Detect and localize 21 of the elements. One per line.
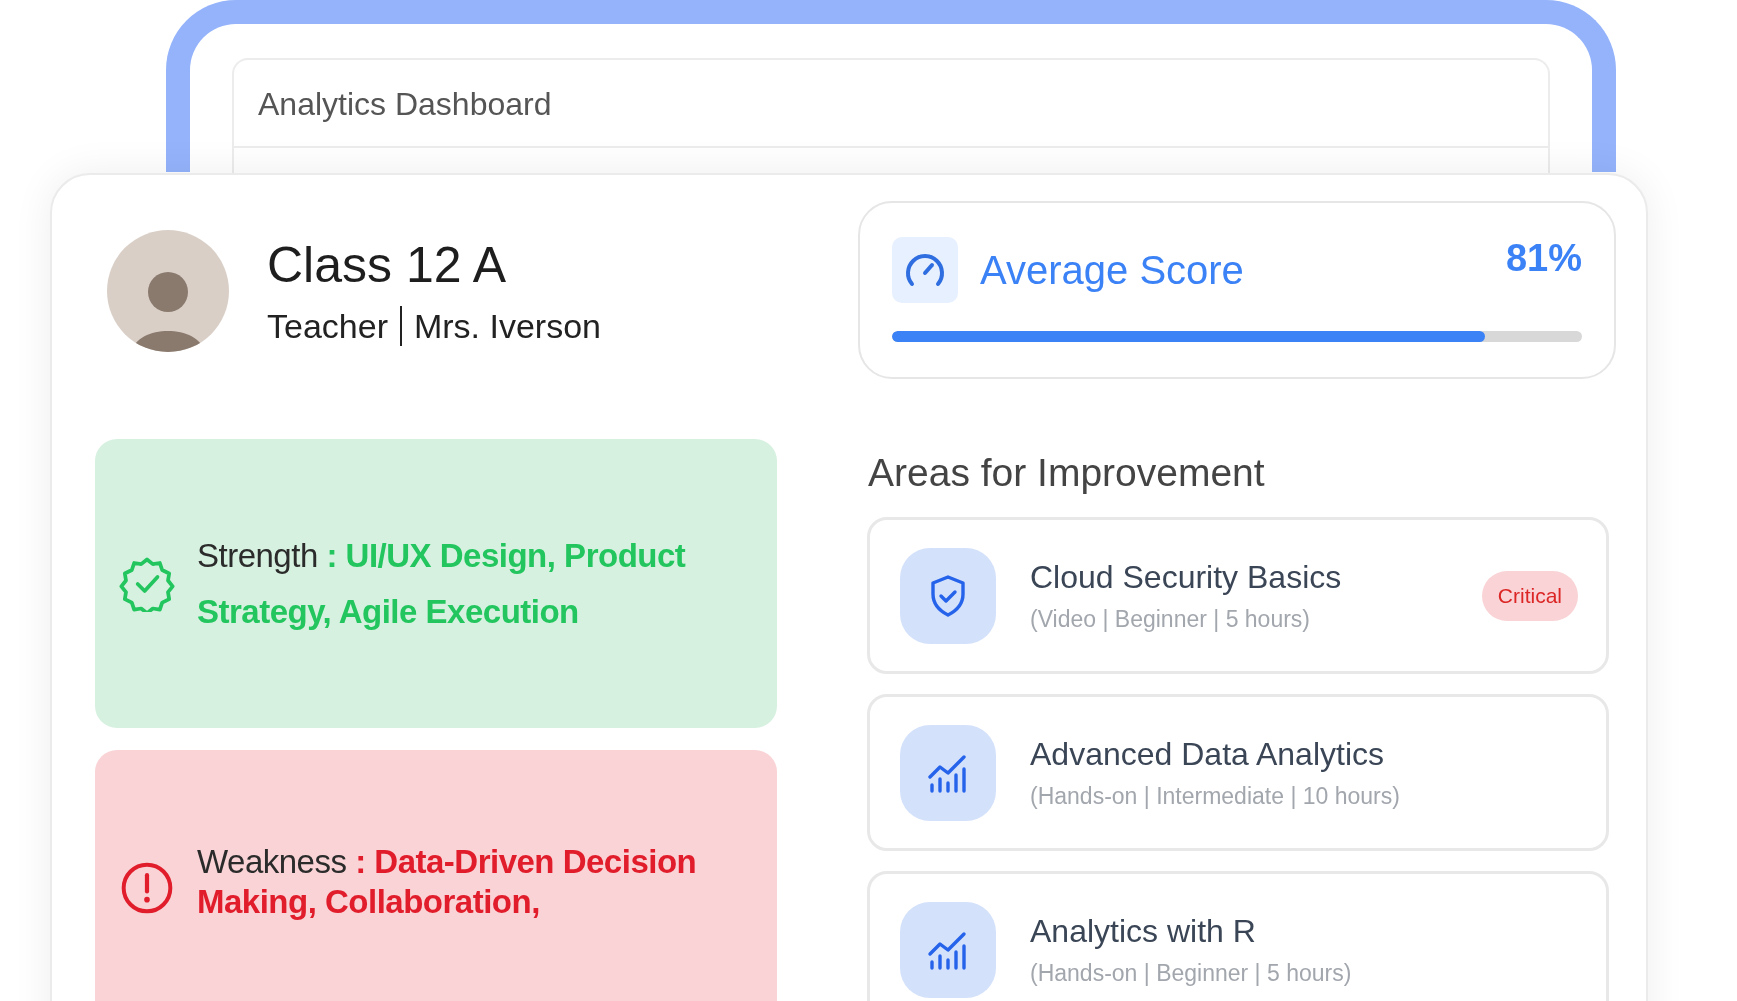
score-label: Average Score	[980, 247, 1245, 293]
course-card[interactable]: Advanced Data Analytics (Hands-on | Intermediate | 10 hours)	[867, 694, 1609, 851]
course-title: Cloud Security Basics	[1030, 558, 1343, 596]
course-title: Analytics with R	[1030, 912, 1257, 950]
priority-badge: Critical	[1481, 570, 1578, 621]
teacher-name: Mrs. Iverson	[413, 306, 601, 346]
badge-check-icon	[119, 555, 175, 612]
role-label: Teacher	[267, 306, 388, 346]
class-name: Class 12 A	[267, 236, 507, 294]
weakness-text: Weakness : Data-Driven Decision Making, Collaboration,	[197, 842, 698, 922]
section-heading: Areas for Improvement	[868, 451, 1266, 495]
strength-text: Strength : UI/UX Design, Product Strategy, Agile Execution	[197, 535, 687, 632]
course-details: (Hands-on | Intermediate | 10 hours)	[1030, 782, 1401, 810]
course-details: (Hands-on | Beginner | 5 hours)	[1030, 959, 1353, 987]
alert-circle-icon	[119, 860, 175, 916]
window-title: Analytics Dashboard	[234, 60, 1548, 148]
score-value: 81%	[1505, 237, 1582, 280]
course-title: Advanced Data Analytics	[1030, 735, 1385, 773]
course-details: (Video | Beginner | 5 hours)	[1030, 605, 1312, 633]
course-card[interactable]: Cloud Security Basics (Video | Beginner | 5 hours) Critical	[867, 517, 1609, 674]
course-card[interactable]: Analytics with R (Hands-on | Beginner | 5 hours)	[867, 871, 1609, 1001]
